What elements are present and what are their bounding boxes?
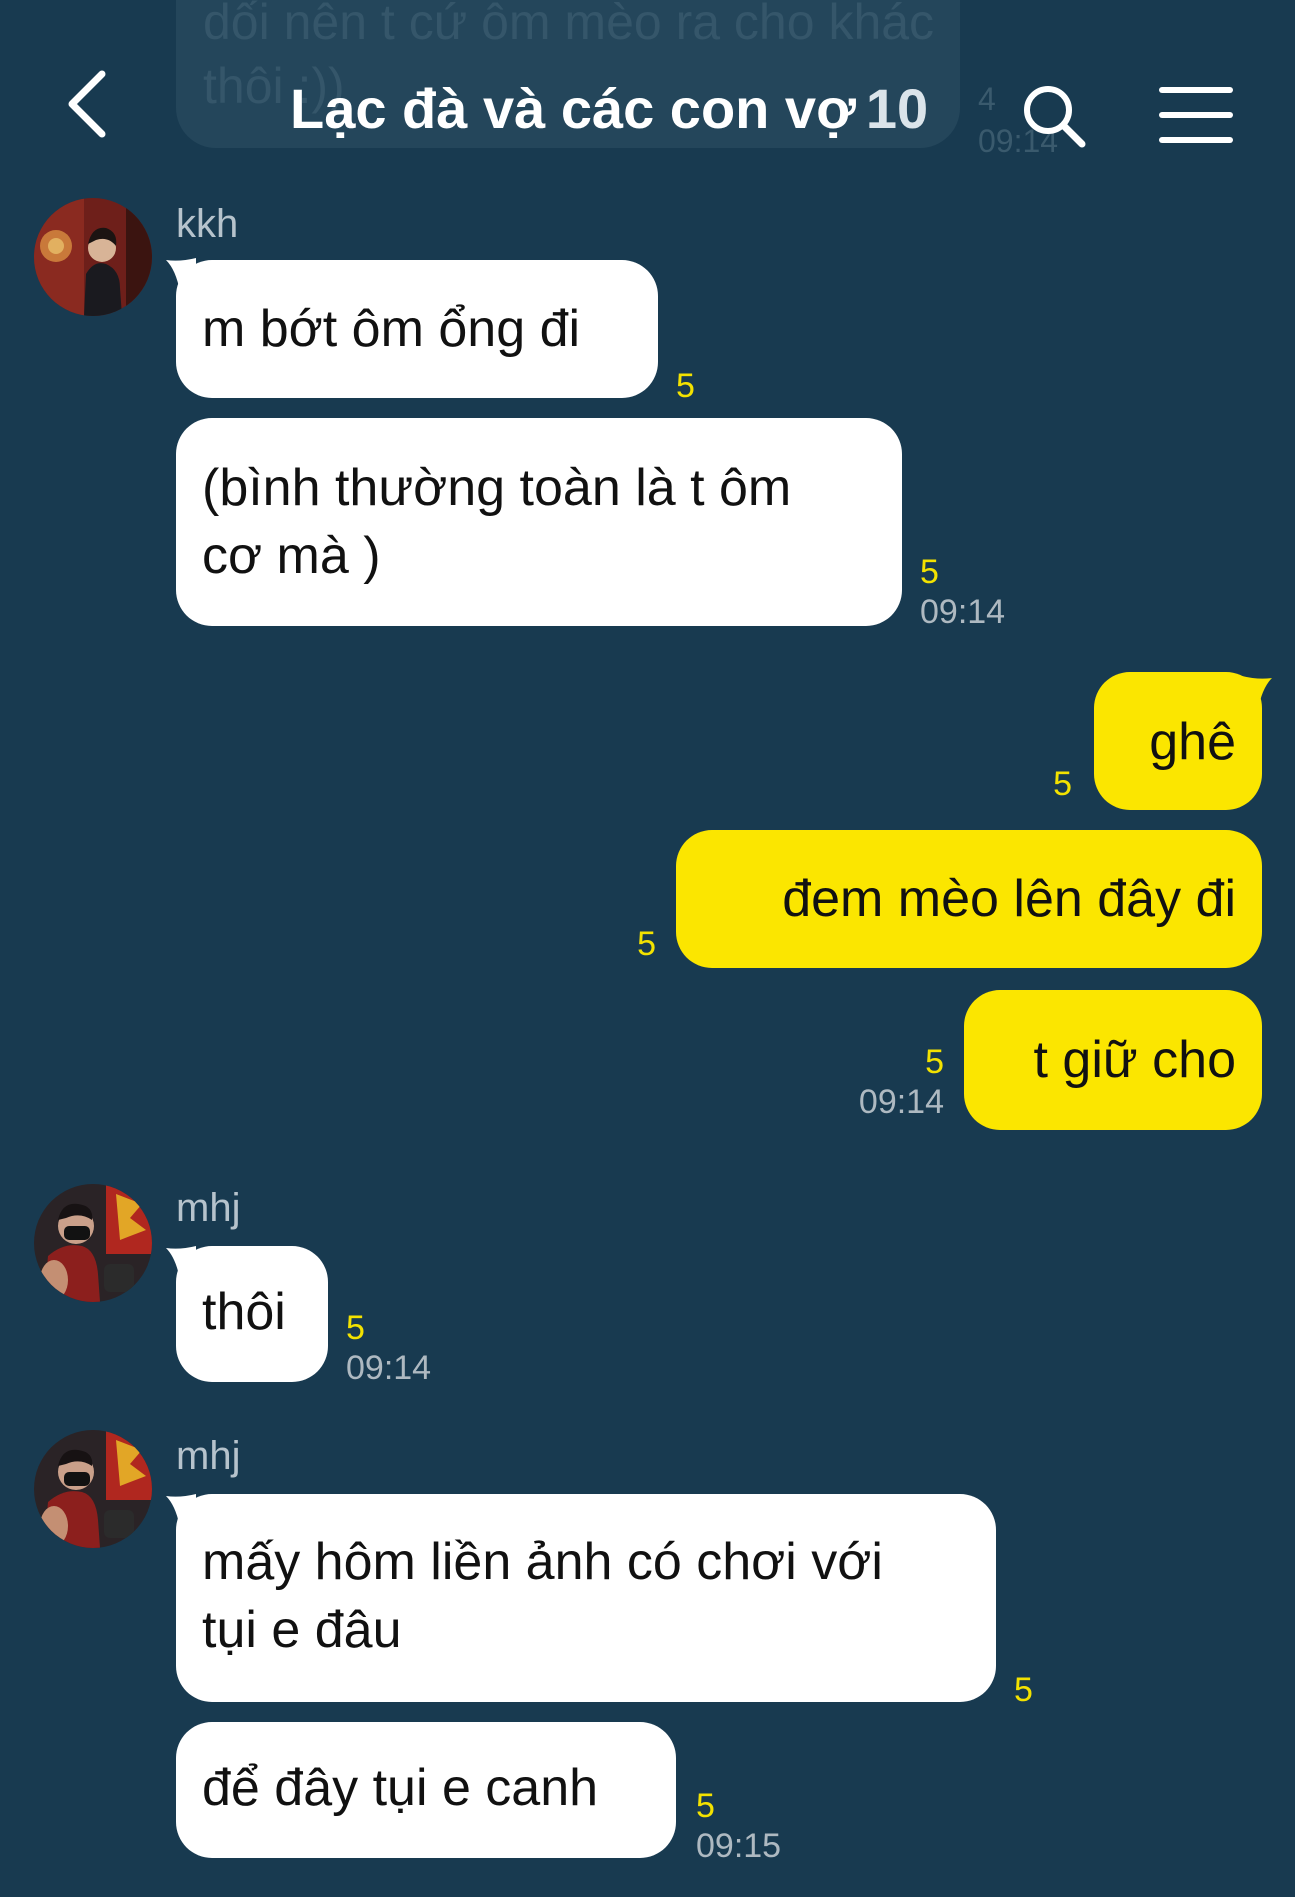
timestamp: 09:15 [696, 1827, 782, 1865]
message-meta: 5 09:14 [346, 1308, 431, 1388]
message-meta: 5 [624, 924, 656, 964]
unread-count: 5 [925, 1043, 944, 1081]
message-bubble[interactable]: m bớt ôm ổng đi [176, 260, 658, 398]
timestamp: 09:14 [858, 1083, 944, 1121]
avatar-image [34, 1430, 152, 1548]
member-count: 10 [865, 77, 929, 140]
message-bubble[interactable]: t giữ cho [964, 990, 1262, 1130]
unread-count: 5 [1014, 1671, 1033, 1709]
hamburger-menu-icon [1159, 87, 1233, 143]
message-meta: 5 [676, 366, 695, 406]
chat-title: Lạc đà và các con vợ 10 [290, 74, 928, 144]
message-text: t giữ cho [1033, 1031, 1236, 1089]
message-meta: 5 [1040, 764, 1072, 804]
message-text: đem mèo lên đây đi [782, 870, 1236, 928]
timestamp: 09:14 [920, 593, 1006, 631]
chevron-left-icon [68, 70, 106, 138]
sender-name: kkh [176, 202, 239, 246]
message-bubble[interactable]: ghê [1094, 672, 1262, 810]
sender-name: mhj [176, 1186, 241, 1230]
timestamp: 09:14 [346, 1349, 432, 1387]
message-bubble[interactable]: để đây tụi e canh [176, 1722, 676, 1858]
avatar-mhj[interactable] [34, 1184, 152, 1302]
chat-room: dối nên t cứ ôm mèo ra cho khác thôi :))… [0, 0, 1295, 1897]
menu-button[interactable] [1158, 84, 1234, 146]
chat-header: Lạc đà và các con vợ 10 [0, 40, 1295, 170]
back-button[interactable] [60, 64, 120, 144]
unread-count: 5 [920, 553, 939, 591]
avatar-mhj[interactable] [34, 1430, 152, 1548]
message-text-line: cơ mà ) [202, 527, 381, 585]
avatar-kkh[interactable] [34, 198, 152, 316]
unread-count: 5 [346, 1309, 365, 1347]
sender-name: mhj [176, 1434, 241, 1478]
unread-count: 5 [637, 925, 656, 963]
message-text: m bớt ôm ổng đi [202, 300, 581, 358]
message-text: để đây tụi e canh [202, 1759, 599, 1817]
message-text: thôi [202, 1283, 286, 1341]
unread-count: 5 [696, 1787, 715, 1825]
message-meta: 5 [1014, 1670, 1033, 1710]
room-name: Lạc đà và các con vợ [290, 77, 856, 140]
message-bubble[interactable]: thôi [176, 1246, 328, 1382]
message-text-line: mấy hôm liền ảnh có chơi với [202, 1533, 883, 1591]
message-meta: 5 09:15 [696, 1786, 781, 1866]
message-bubble[interactable]: mấy hôm liền ảnh có chơi với tụi e đâu [176, 1494, 996, 1702]
message-meta: 5 09:14 [920, 552, 1005, 632]
message-bubble[interactable]: đem mèo lên đây đi [676, 830, 1262, 968]
search-icon [1024, 86, 1086, 148]
message-bubble[interactable]: (bình thường toàn là t ôm cơ mà ) [176, 418, 902, 626]
search-button[interactable] [1018, 80, 1088, 150]
avatar-image [34, 198, 152, 316]
message-text-line: tụi e đâu [202, 1601, 402, 1659]
unread-count: 5 [1053, 765, 1072, 803]
unread-count: 5 [676, 367, 695, 405]
message-text: ghê [1149, 713, 1236, 771]
avatar-image [34, 1184, 152, 1302]
message-text-line: (bình thường toàn là t ôm [202, 459, 792, 517]
message-meta: 5 09:14 [820, 1042, 944, 1122]
